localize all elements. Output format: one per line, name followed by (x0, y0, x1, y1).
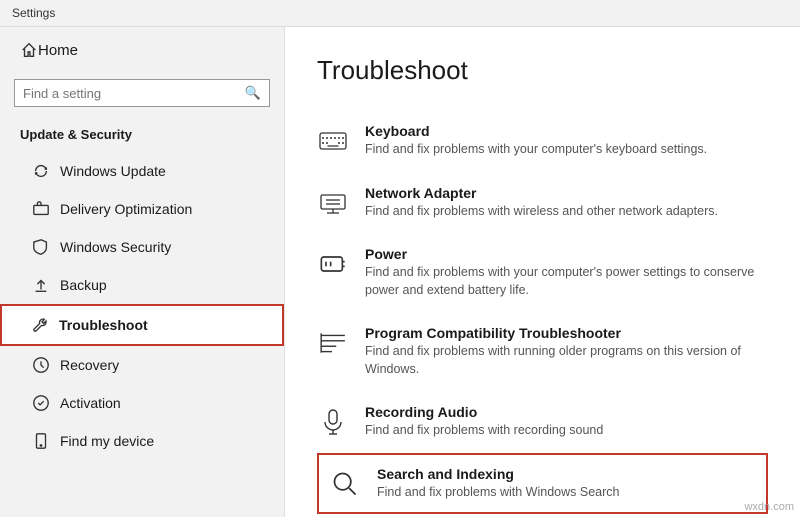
page-title: Troubleshoot (317, 55, 768, 86)
network-text: Network Adapter Find and fix problems wi… (365, 185, 718, 221)
recovery-icon (32, 356, 50, 374)
sidebar-item-label: Windows Update (60, 163, 166, 179)
search-indexing-icon (329, 468, 361, 500)
sidebar-item-find-my-device[interactable]: Find my device (0, 422, 284, 460)
audio-name: Recording Audio (365, 404, 603, 420)
audio-desc: Find and fix problems with recording sou… (365, 422, 603, 440)
program-name: Program Compatibility Troubleshooter (365, 325, 768, 341)
troubleshoot-item-search[interactable]: Search and Indexing Find and fix problem… (317, 453, 768, 515)
keyboard-desc: Find and fix problems with your computer… (365, 141, 707, 159)
sidebar-item-windows-security[interactable]: Windows Security (0, 228, 284, 266)
sidebar-item-label: Recovery (60, 357, 119, 373)
troubleshoot-item-audio[interactable]: Recording Audio Find and fix problems wi… (317, 391, 768, 453)
sidebar-item-delivery-optimization[interactable]: Delivery Optimization (0, 190, 284, 228)
sidebar-item-backup[interactable]: Backup (0, 266, 284, 304)
sidebar-item-home[interactable]: Home (0, 27, 284, 73)
troubleshoot-item-power[interactable]: Power Find and fix problems with your co… (317, 233, 768, 312)
sidebar-item-activation[interactable]: Activation (0, 384, 284, 422)
troubleshoot-item-keyboard[interactable]: Keyboard Find and fix problems with your… (317, 110, 768, 172)
sidebar-item-label: Delivery Optimization (60, 201, 192, 217)
troubleshoot-list: Keyboard Find and fix problems with your… (317, 110, 768, 517)
program-desc: Find and fix problems with running older… (365, 343, 768, 378)
sidebar-item-label: Activation (60, 395, 121, 411)
home-icon (20, 41, 38, 59)
sidebar-item-label: Windows Security (60, 239, 171, 255)
program-text: Program Compatibility Troubleshooter Fin… (365, 325, 768, 378)
search-box[interactable]: 🔍 (14, 79, 270, 107)
main-layout: Home 🔍 Update & Security Windows Update (0, 27, 800, 517)
title-bar: Settings (0, 0, 800, 27)
wrench-icon (31, 316, 49, 334)
content-area: Troubleshoot (285, 27, 800, 517)
title-bar-label: Settings (12, 6, 55, 20)
sidebar-item-troubleshoot[interactable]: Troubleshoot (0, 304, 284, 346)
refresh-icon (32, 162, 50, 180)
section-title: Update & Security (0, 119, 284, 152)
shield-icon (32, 238, 50, 256)
device-icon (32, 432, 50, 450)
sidebar-item-label: Troubleshoot (59, 317, 148, 333)
audio-text: Recording Audio Find and fix problems wi… (365, 404, 603, 440)
sidebar-item-label: Find my device (60, 433, 154, 449)
mic-icon (317, 406, 349, 438)
network-desc: Find and fix problems with wireless and … (365, 203, 718, 221)
search-input[interactable] (23, 86, 245, 101)
search-name: Search and Indexing (377, 466, 619, 482)
troubleshoot-item-network[interactable]: Network Adapter Find and fix problems wi… (317, 172, 768, 234)
sidebar-item-recovery[interactable]: Recovery (0, 346, 284, 384)
network-icon (317, 187, 349, 219)
delivery-icon (32, 200, 50, 218)
search-text: Search and Indexing Find and fix problem… (377, 466, 619, 502)
sidebar-item-windows-update[interactable]: Windows Update (0, 152, 284, 190)
keyboard-name: Keyboard (365, 123, 707, 139)
power-name: Power (365, 246, 768, 262)
sidebar-item-label: Backup (60, 277, 107, 293)
keyboard-icon (317, 125, 349, 157)
network-name: Network Adapter (365, 185, 718, 201)
sidebar: Home 🔍 Update & Security Windows Update (0, 27, 285, 517)
power-desc: Find and fix problems with your computer… (365, 264, 768, 299)
keyboard-text: Keyboard Find and fix problems with your… (365, 123, 707, 159)
search-desc: Find and fix problems with Windows Searc… (377, 484, 619, 502)
home-label: Home (38, 42, 78, 59)
activation-icon (32, 394, 50, 412)
program-icon (317, 327, 349, 359)
power-icon (317, 248, 349, 280)
backup-icon (32, 276, 50, 294)
search-icon: 🔍 (245, 85, 261, 101)
troubleshoot-item-program[interactable]: Program Compatibility Troubleshooter Fin… (317, 312, 768, 391)
power-text: Power Find and fix problems with your co… (365, 246, 768, 299)
